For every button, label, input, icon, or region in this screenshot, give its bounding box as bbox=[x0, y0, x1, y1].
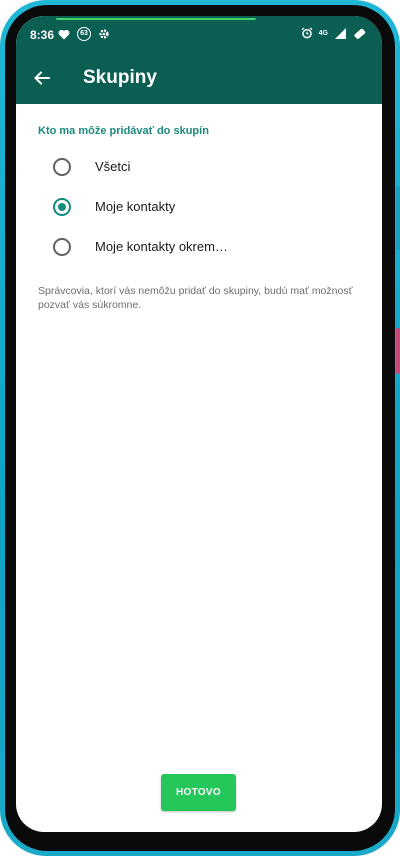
back-button[interactable] bbox=[30, 66, 54, 90]
option-label: Moje kontakty bbox=[95, 199, 176, 214]
app-bar: Skupiny bbox=[16, 52, 382, 104]
settings-gear-icon bbox=[97, 27, 111, 41]
alarm-icon bbox=[300, 26, 314, 40]
page-title: Skupiny bbox=[83, 67, 157, 88]
radio-button[interactable] bbox=[53, 158, 71, 176]
status-time: 8:36 bbox=[30, 28, 55, 42]
power-button bbox=[396, 328, 400, 374]
radio-button[interactable] bbox=[53, 238, 71, 256]
option-everyone[interactable]: Všetci bbox=[16, 148, 382, 186]
heart-icon bbox=[57, 27, 71, 41]
arrow-left-icon bbox=[34, 71, 50, 85]
status-right-icons: 4G bbox=[300, 26, 366, 40]
status-bar: 8:36 63 4G bbox=[16, 16, 382, 52]
volume-button bbox=[396, 186, 400, 250]
section-title: Kto ma môže pridávať do skupín bbox=[38, 125, 209, 137]
notification-badge-icon: 63 bbox=[77, 27, 91, 41]
done-button[interactable]: HOTOVO bbox=[161, 774, 236, 811]
option-my-contacts-except[interactable]: Moje kontakty okrem… bbox=[16, 228, 382, 266]
status-left-icons: 63 bbox=[57, 27, 111, 41]
phone-frame: 8:36 63 4G Skupiny Kto ma môže pridávať … bbox=[0, 0, 400, 856]
battery-icon bbox=[352, 26, 366, 40]
screen: 8:36 63 4G Skupiny Kto ma môže pridávať … bbox=[16, 16, 382, 832]
radio-button-selected[interactable] bbox=[53, 198, 71, 216]
option-my-contacts[interactable]: Moje kontakty bbox=[16, 188, 382, 226]
privacy-note: Správcovia, ktorí vás nemôžu pridať do s… bbox=[38, 285, 353, 311]
option-label: Moje kontakty okrem… bbox=[95, 239, 228, 254]
option-label: Všetci bbox=[95, 159, 131, 174]
network-label: 4G bbox=[318, 29, 328, 37]
status-accent-line bbox=[56, 18, 256, 20]
signal-icon bbox=[333, 26, 347, 40]
